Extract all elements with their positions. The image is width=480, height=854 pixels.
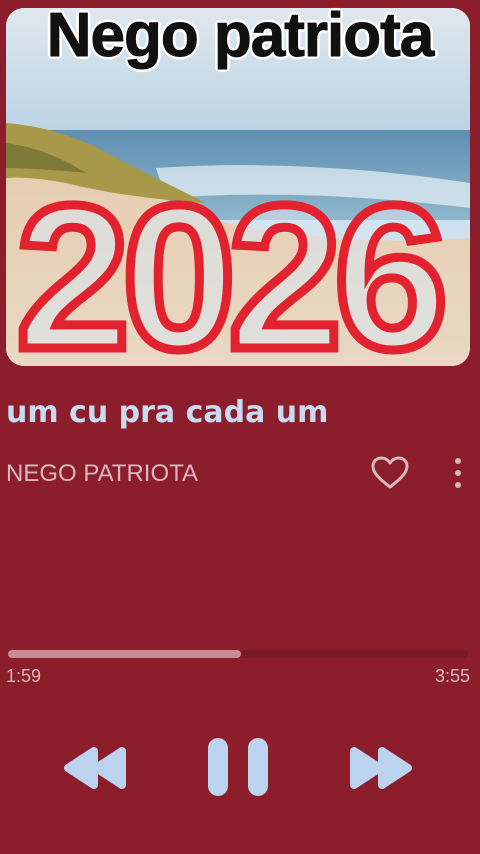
fast-forward-icon[interactable] [346, 745, 414, 791]
video-overlay-title: Nego patriota [0, 0, 480, 80]
year-2026-graphic: 2026 [12, 159, 454, 367]
total-duration: 3:55 [434, 666, 470, 686]
progress-bar[interactable] [8, 650, 468, 658]
more-vertical-icon[interactable] [448, 455, 468, 491]
elapsed-time: 1:59 [6, 666, 42, 686]
year-text: 2026 [16, 163, 441, 366]
heart-icon[interactable] [371, 456, 409, 490]
song-title: um cu pra cada um [6, 395, 329, 430]
pause-icon[interactable] [206, 736, 270, 798]
overlay-title-text: Nego patriota [46, 1, 435, 71]
rewind-icon[interactable] [62, 745, 130, 791]
artist-name[interactable]: NEGO PATRIOTA [6, 460, 198, 488]
progress-fill [8, 650, 241, 658]
